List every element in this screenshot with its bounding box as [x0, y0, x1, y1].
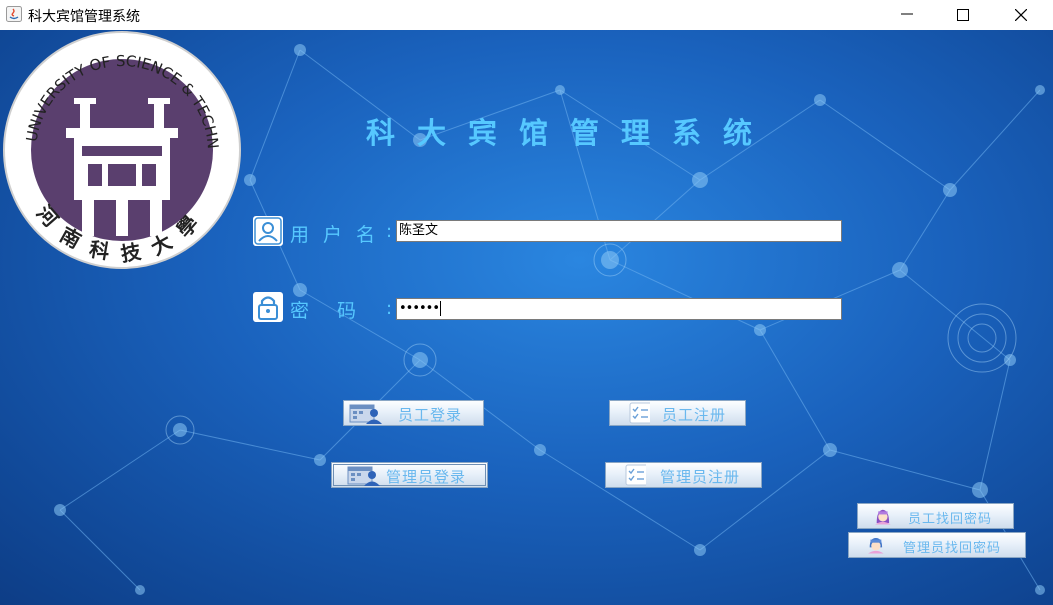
java-app-icon	[6, 6, 22, 22]
admin-recover-label: 管理员找回密码	[903, 541, 1002, 556]
admin-login-label: 管理员登录	[386, 468, 467, 486]
employee-recover-label: 员工找回密码	[908, 512, 993, 527]
user-icon	[253, 216, 283, 246]
lock-icon	[253, 292, 283, 322]
employee-recover-password-button[interactable]: 员工找回密码	[857, 503, 1014, 529]
employee-login-label: 员工登录	[398, 406, 463, 424]
username-value: 陈圣文	[399, 223, 439, 238]
window-title-bar: 科大宾馆管理系统	[0, 0, 1053, 30]
password-input[interactable]: ••••••	[396, 298, 842, 320]
close-button[interactable]	[998, 0, 1044, 30]
employee-register-label: 员工注册	[662, 406, 727, 424]
minimize-button[interactable]	[884, 0, 930, 30]
employee-register-button[interactable]: 员工注册	[609, 400, 746, 426]
admin-register-label: 管理员注册	[660, 468, 741, 486]
password-label: 密码	[290, 300, 385, 322]
employee-login-button[interactable]: 员工登录	[343, 400, 484, 426]
password-value: ••••••	[399, 301, 440, 316]
female-avatar-icon	[875, 509, 891, 525]
minimize-icon	[901, 13, 913, 15]
admin-register-button[interactable]: 管理员注册	[605, 462, 762, 488]
checklist-icon	[625, 464, 646, 486]
text-caret	[440, 301, 442, 316]
username-input[interactable]: 陈圣文	[396, 220, 842, 242]
checklist-icon	[629, 402, 650, 424]
admin-login-button[interactable]: 管理员登录	[331, 462, 488, 488]
maximize-button[interactable]	[940, 0, 986, 30]
maximize-icon	[957, 9, 969, 21]
admin-calendar-icon	[347, 466, 380, 486]
admin-recover-password-button[interactable]: 管理员找回密码	[848, 532, 1026, 558]
employee-calendar-icon	[349, 404, 382, 424]
login-panel: HENAN UNIVERSITY OF SCIENCE & TECHNOLOGY…	[0, 30, 1053, 605]
university-seal-logo: HENAN UNIVERSITY OF SCIENCE & TECHNOLOGY…	[0, 30, 244, 274]
username-label: 用户名	[290, 224, 390, 246]
password-colon: :	[386, 298, 393, 319]
admin-avatar-icon	[868, 538, 884, 554]
username-colon: :	[386, 221, 393, 242]
close-icon	[1015, 9, 1027, 21]
window-title: 科大宾馆管理系统	[28, 9, 140, 25]
system-title: 科大宾馆管理系统	[366, 116, 775, 150]
